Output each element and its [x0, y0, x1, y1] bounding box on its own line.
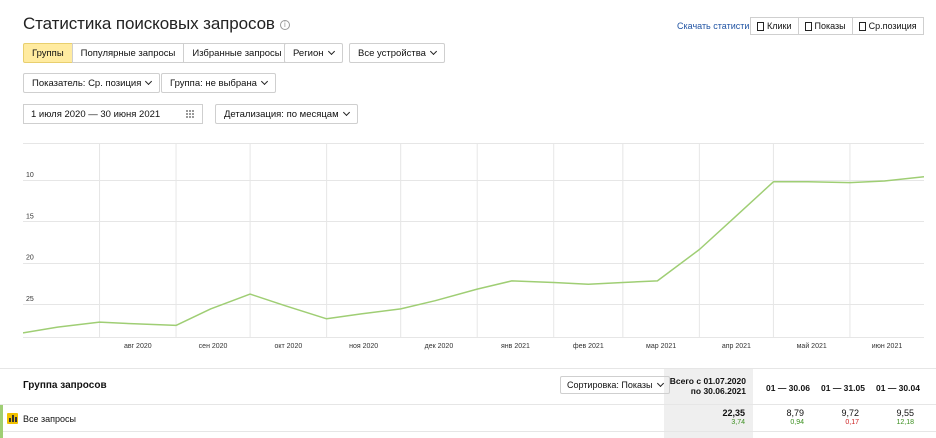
- series-line: [23, 176, 924, 334]
- x-tick-label: апр 2021: [722, 343, 751, 350]
- total-cell: 22,35 3,74: [664, 408, 745, 427]
- document-icon: [757, 21, 764, 31]
- period-column-header: 01 — 30.04: [876, 383, 920, 393]
- detail-dropdown-label: Детализация: по месяцам: [224, 108, 339, 120]
- indicator-dropdown[interactable]: Показатель: Ср. позиция: [23, 73, 161, 93]
- total-column-header: Всего с 01.07.2020 по 30.06.2021: [664, 376, 746, 396]
- sort-dropdown-label: Сортировка: Показы: [567, 380, 653, 390]
- region-dropdown-label: Регион: [293, 47, 324, 59]
- document-icon: [804, 21, 812, 31]
- y-tick-label: 10: [26, 172, 34, 179]
- metric-tab-clicks[interactable]: Клики: [750, 17, 799, 35]
- y-tick-label: 20: [26, 255, 34, 262]
- devices-dropdown[interactable]: Все устройства: [349, 43, 445, 63]
- total-value: 22,35: [722, 408, 745, 418]
- metric-tab-impressions[interactable]: Показы: [797, 17, 853, 35]
- period-value: 9,72: [841, 408, 859, 418]
- document-icon: [858, 21, 866, 31]
- period-delta: 0,94: [790, 419, 804, 426]
- table-row[interactable]: Все запросы 22,35 3,74 8,79 0,94 9,72 0,…: [0, 404, 936, 438]
- x-tick-label: ноя 2020: [349, 343, 378, 350]
- x-tick-label: янв 2021: [501, 343, 530, 350]
- period-cell: 9,55 12,18: [876, 408, 914, 427]
- x-tick-label: фев 2021: [573, 343, 604, 350]
- metric-tab-label: Ср.позиция: [868, 21, 917, 31]
- period-delta: 0,17: [845, 419, 859, 426]
- date-range-value: 1 июля 2020 — 30 июня 2021: [31, 108, 161, 120]
- group-column-header: Группа запросов: [23, 380, 107, 391]
- metric-tab-avg-position[interactable]: Ср.позиция: [851, 17, 924, 35]
- x-tick-label: июн 2021: [872, 343, 903, 350]
- metric-tab-label: Клики: [767, 21, 792, 31]
- bar-chart-icon[interactable]: [7, 413, 18, 424]
- chevron-down-icon: [656, 379, 664, 388]
- group-dropdown-label: Группа: не выбрана: [170, 77, 257, 89]
- period-cell: 9,72 0,17: [821, 408, 859, 427]
- series-color-marker: [0, 405, 3, 438]
- period-delta: 12,18: [896, 419, 914, 426]
- table-header: Группа запросов Сортировка: Показы Всего…: [0, 368, 936, 438]
- date-range-input[interactable]: 1 июля 2020 — 30 июня 2021: [23, 104, 203, 124]
- page-title-text: Статистика поисковых запросов: [23, 14, 275, 33]
- view-segmented-control: Группы Популярные запросы Избранные запр…: [23, 43, 291, 63]
- x-tick-label: мар 2021: [646, 343, 676, 350]
- chevron-down-icon: [342, 108, 350, 117]
- chevron-down-icon: [429, 47, 437, 56]
- chevron-down-icon: [145, 77, 153, 86]
- position-chart: 10 15 20 25 авг 2020 сен 2020 окт 2020 ноя 2020…: [23, 143, 924, 355]
- download-stats-link[interactable]: Скачать статистику: [677, 21, 758, 31]
- region-dropdown[interactable]: Регион: [284, 43, 343, 63]
- period-column-header: 01 — 31.05: [821, 383, 865, 393]
- info-icon[interactable]: i: [279, 20, 290, 30]
- detail-dropdown[interactable]: Детализация: по месяцам: [215, 104, 358, 124]
- metric-tabs: Клики Показы Ср.позиция: [750, 17, 924, 35]
- x-tick-label: окт 2020: [274, 343, 302, 350]
- period-cell: 8,79 0,94: [766, 408, 804, 427]
- period-value: 8,79: [786, 408, 804, 418]
- x-tick-label: дек 2020: [425, 343, 454, 350]
- segment-popular-queries[interactable]: Популярные запросы: [71, 43, 185, 63]
- period-column-header: 01 — 30.06: [766, 383, 810, 393]
- x-tick-label: май 2021: [797, 342, 827, 350]
- indicator-dropdown-label: Показатель: Ср. позиция: [32, 77, 142, 89]
- y-tick-label: 15: [26, 213, 34, 220]
- line-chart-svg: 10 15 20 25 авг 2020 сен 2020 окт 2020 ноя 2020…: [23, 143, 924, 350]
- x-tick-label: авг 2020: [124, 343, 152, 350]
- metric-tab-label: Показы: [814, 21, 846, 31]
- total-header-line1: Всего с 01.07.2020: [669, 376, 746, 386]
- y-tick-label: 25: [26, 296, 34, 303]
- sort-dropdown[interactable]: Сортировка: Показы: [560, 376, 670, 394]
- segment-favorite-queries[interactable]: Избранные запросы: [183, 43, 291, 63]
- total-delta: 3,74: [731, 419, 745, 426]
- chevron-down-icon: [260, 77, 269, 86]
- x-tick-label: сен 2020: [199, 343, 228, 350]
- total-header-line2: по 30.06.2021: [690, 386, 746, 396]
- devices-dropdown-label: Все устройства: [358, 47, 426, 59]
- period-value: 9,55: [896, 408, 914, 418]
- chevron-down-icon: [327, 47, 335, 56]
- group-dropdown[interactable]: Группа: не выбрана: [161, 73, 276, 93]
- page-title: Статистика поисковых запросов i: [23, 14, 290, 34]
- segment-groups[interactable]: Группы: [23, 43, 73, 63]
- calendar-icon[interactable]: [186, 110, 195, 118]
- row-label: Все запросы: [23, 414, 76, 424]
